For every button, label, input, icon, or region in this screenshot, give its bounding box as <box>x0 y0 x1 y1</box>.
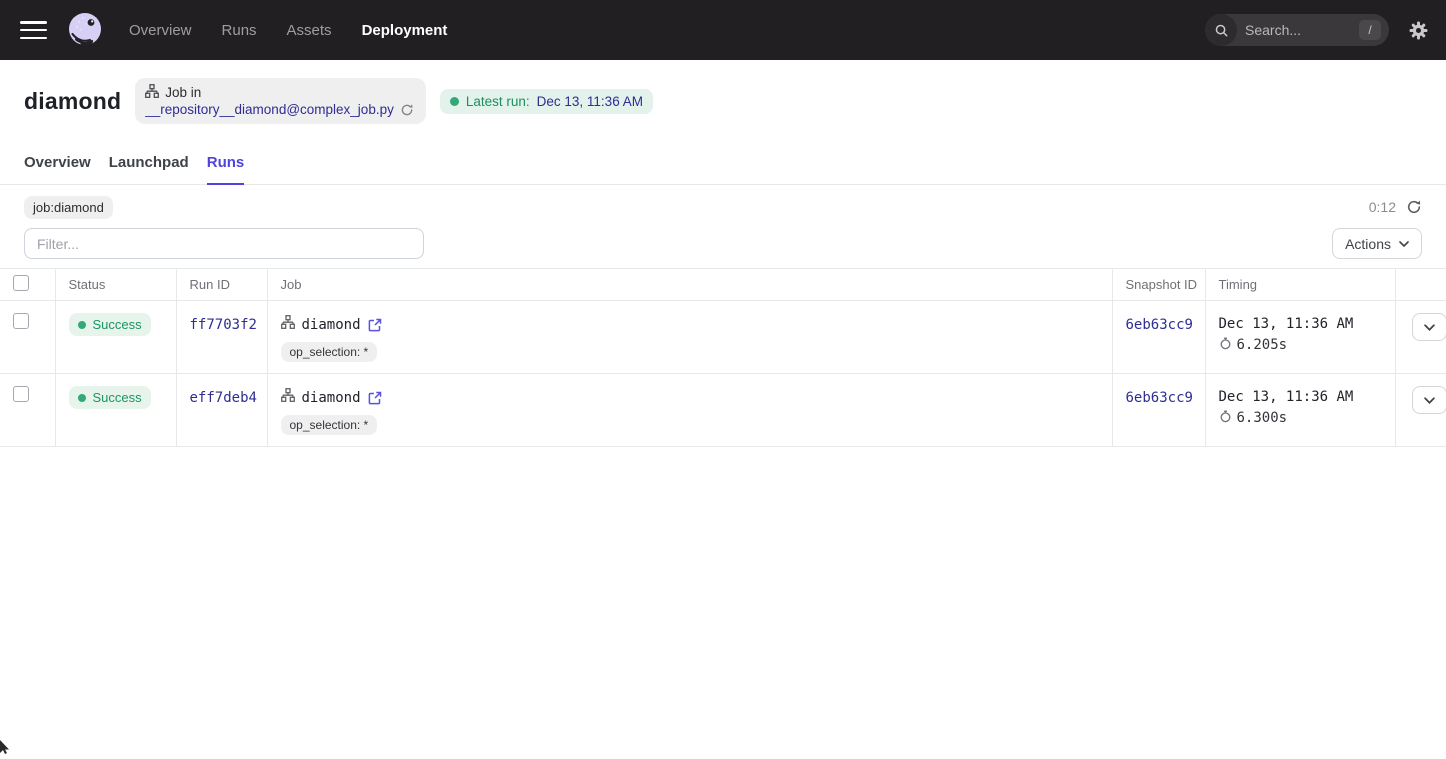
nav-deployment[interactable]: Deployment <box>362 22 448 39</box>
job-tabs: Overview Launchpad Runs <box>0 138 1446 185</box>
nav-assets[interactable]: Assets <box>287 22 332 39</box>
search-shortcut-badge: / <box>1359 20 1381 40</box>
refresh-icon[interactable] <box>1406 199 1422 215</box>
hamburger-menu-icon[interactable] <box>20 21 47 39</box>
runs-table: Status Run ID Job Snapshot ID Timing Suc… <box>0 268 1446 447</box>
job-name-link[interactable]: diamond <box>302 317 361 333</box>
tab-overview[interactable]: Overview <box>24 150 91 184</box>
tab-runs[interactable]: Runs <box>207 150 245 184</box>
job-graph-icon <box>145 84 159 101</box>
latest-run-badge: Latest run: Dec 13, 11:36 AM <box>440 89 653 114</box>
repository-link[interactable]: __repository__diamond@complex_job.py <box>145 102 394 117</box>
op-selection-tag[interactable]: op_selection: * <box>281 415 378 435</box>
run-duration: 6.300s <box>1237 410 1288 426</box>
global-search[interactable]: / <box>1205 14 1389 46</box>
runs-filter-input[interactable] <box>24 228 424 259</box>
table-row: Success ff7703f2 diamond <box>0 301 1446 374</box>
nav-runs[interactable]: Runs <box>222 22 257 39</box>
run-id-link[interactable]: eff7deb4 <box>190 390 257 406</box>
table-header-row: Status Run ID Job Snapshot ID Timing <box>0 269 1446 301</box>
row-expander-button[interactable] <box>1412 313 1446 341</box>
success-dot-icon <box>78 394 86 402</box>
column-header-status: Status <box>55 269 176 301</box>
job-graph-icon <box>281 315 295 334</box>
stopwatch-icon <box>1219 337 1232 353</box>
run-start-time: Dec 13, 11:36 AM <box>1219 316 1395 332</box>
column-header-job: Job <box>267 269 1112 301</box>
column-header-run-id: Run ID <box>176 269 267 301</box>
nav-overview[interactable]: Overview <box>129 22 192 39</box>
snapshot-id-link[interactable]: 6eb63cc9 <box>1126 317 1193 333</box>
column-header-actions <box>1395 269 1446 301</box>
snapshot-id-link[interactable]: 6eb63cc9 <box>1126 390 1193 406</box>
run-id-link[interactable]: ff7703f2 <box>190 317 257 333</box>
op-selection-tag[interactable]: op_selection: * <box>281 342 378 362</box>
dagster-logo[interactable] <box>65 10 105 50</box>
select-all-checkbox[interactable] <box>13 275 29 291</box>
latest-run-link[interactable]: Dec 13, 11:36 AM <box>537 94 643 109</box>
top-navigation-bar: Overview Runs Assets Deployment / <box>0 0 1446 60</box>
chevron-down-icon <box>1424 397 1435 404</box>
external-link-icon[interactable] <box>368 318 382 332</box>
row-checkbox[interactable] <box>13 386 29 402</box>
run-start-time: Dec 13, 11:36 AM <box>1219 389 1395 405</box>
run-duration: 6.205s <box>1237 337 1288 353</box>
reload-repository-icon[interactable] <box>400 103 414 117</box>
refresh-countdown: 0:12 <box>1369 199 1396 215</box>
page-title: diamond <box>24 88 121 115</box>
status-badge: Success <box>69 386 151 409</box>
actions-button[interactable]: Actions <box>1332 228 1422 259</box>
latest-run-label: Latest run: <box>466 94 530 109</box>
job-graph-icon <box>281 388 295 407</box>
mouse-cursor <box>0 740 10 759</box>
row-expander-button[interactable] <box>1412 386 1446 414</box>
table-row: Success eff7deb4 diamond <box>0 374 1446 447</box>
status-label: Success <box>93 390 142 405</box>
tab-launchpad[interactable]: Launchpad <box>109 150 189 184</box>
stopwatch-icon <box>1219 410 1232 426</box>
status-badge: Success <box>69 313 151 336</box>
chevron-down-icon <box>1424 324 1435 331</box>
column-header-snapshot-id: Snapshot ID <box>1112 269 1205 301</box>
success-dot-icon <box>78 321 86 329</box>
success-dot-icon <box>450 97 459 106</box>
page-header: diamond Job in __repository__diamond@com… <box>0 60 1446 138</box>
search-icon <box>1205 14 1237 46</box>
status-label: Success <box>93 317 142 332</box>
filter-bar: job:diamond 0:12 Actions <box>0 185 1446 259</box>
settings-gear-icon[interactable] <box>1409 21 1428 40</box>
external-link-icon[interactable] <box>368 391 382 405</box>
search-input[interactable] <box>1237 22 1347 38</box>
chevron-down-icon <box>1399 241 1409 247</box>
job-name-link[interactable]: diamond <box>302 390 361 406</box>
main-nav: Overview Runs Assets Deployment <box>129 22 447 39</box>
job-location-tag: Job in __repository__diamond@complex_job… <box>135 78 426 124</box>
job-tag-prefix: Job in <box>165 85 201 100</box>
column-header-timing: Timing <box>1205 269 1395 301</box>
row-checkbox[interactable] <box>13 313 29 329</box>
filter-chip-job-diamond[interactable]: job:diamond <box>24 196 113 219</box>
actions-button-label: Actions <box>1345 236 1391 252</box>
